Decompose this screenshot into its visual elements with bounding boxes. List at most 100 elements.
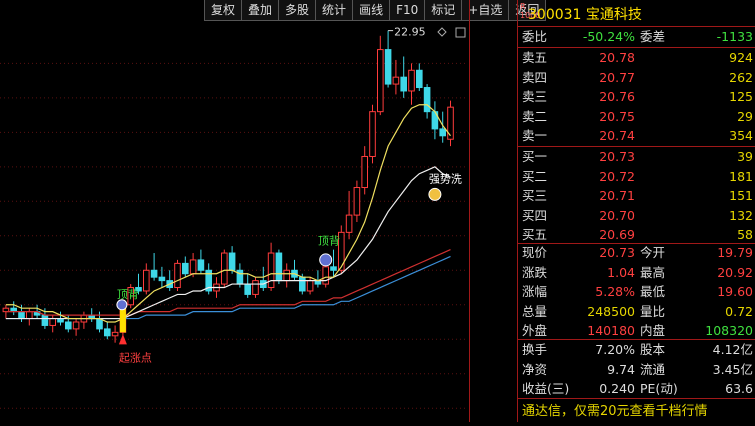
footer-promo[interactable]: 通达信，仅需20元查看千档行情	[522, 400, 708, 419]
fund-row[interactable]: 收益(三) 0.240 PE(动) 63.6	[518, 379, 755, 398]
buy-label: 买四	[522, 207, 548, 223]
toolbar-button-1[interactable]: 叠加	[241, 0, 280, 21]
stat-row[interactable]: 总量 248500 量比 0.72	[518, 302, 755, 321]
toolbar-button-0[interactable]: 复权	[204, 0, 243, 21]
ma-white-line	[5, 166, 451, 320]
candle-body	[96, 318, 103, 330]
high-label: 22.95	[394, 26, 426, 39]
candle-body	[18, 311, 25, 320]
candle-body	[377, 49, 384, 113]
candle-body	[447, 106, 454, 140]
fund-value: 3.45亿	[712, 361, 753, 377]
candle-body	[104, 328, 111, 337]
buy-row[interactable]: 买四 20.70 132	[518, 206, 755, 225]
candle-body	[322, 266, 329, 285]
toolbar-button-5[interactable]: F10	[389, 0, 426, 21]
fund-label: 换手	[522, 342, 548, 357]
fund-value: 0.240	[599, 381, 635, 396]
candle-body	[228, 252, 236, 271]
stat-row[interactable]: 现价 20.73 今开 19.79	[518, 243, 755, 262]
candle-body	[150, 269, 158, 278]
diamond-icon	[437, 27, 447, 37]
candle-body	[41, 314, 49, 326]
stat-row[interactable]: 外盘 140180 内盘 108320	[518, 321, 755, 340]
fund-label: 收益(三)	[522, 381, 570, 396]
toolbar-button-6[interactable]: 标记	[424, 0, 463, 21]
toolbar-button-2[interactable]: 多股	[278, 0, 317, 21]
sell-volume: 354	[729, 128, 753, 143]
candle-body	[283, 269, 290, 282]
stat-label: 今开	[640, 245, 666, 260]
sell-row[interactable]: 卖五 20.78 924	[518, 48, 755, 67]
fund-value: 9.74	[607, 361, 635, 377]
candle-body	[423, 87, 431, 113]
weibi-row[interactable]: 委比 -50.24% 委差 -1133	[518, 27, 755, 46]
stat-value: 20.92	[717, 264, 753, 280]
candle-body	[158, 276, 166, 282]
buy-price: 20.73	[599, 149, 635, 164]
quote-panel: R 1000 300031 宝通科技 委比 -50.24% 委差 -1133 卖五 20.7…	[518, 0, 755, 422]
stat-row[interactable]: 涨跌 1.04 最高 20.92	[518, 263, 755, 282]
annotation-qiangshi: 强势洗	[429, 172, 462, 185]
buy-row[interactable]: 买五 20.69 58	[518, 225, 755, 244]
candle-body	[221, 252, 228, 285]
sell-row[interactable]: 卖一 20.74 354	[518, 126, 755, 145]
candle-body	[299, 276, 306, 292]
sell-label: 卖二	[522, 108, 548, 124]
buy-price: 20.72	[599, 168, 635, 184]
annotation-dingbei-1: 顶背	[117, 287, 139, 301]
candle-body	[416, 69, 423, 89]
candle-body	[275, 252, 283, 282]
buy-row[interactable]: 买二 20.72 181	[518, 167, 755, 186]
weibi-label: 委比	[522, 29, 548, 44]
box-icon	[455, 27, 466, 38]
sell-price: 20.78	[599, 50, 635, 65]
weicha-label: 委差	[640, 29, 666, 44]
buy-row[interactable]: 买三 20.71 151	[518, 186, 755, 205]
sell-row[interactable]: 卖二 20.75 29	[518, 107, 755, 126]
candle-body	[26, 311, 33, 320]
candle-body	[353, 187, 361, 216]
fund-label: 股本	[640, 342, 666, 357]
stat-label: 涨幅	[522, 284, 548, 299]
candle-body	[306, 280, 314, 292]
sell-row[interactable]: 卖四 20.77 262	[518, 68, 755, 87]
stat-value: 0.72	[725, 303, 753, 319]
stat-value: 108320	[705, 323, 753, 338]
buy-row[interactable]: 买一 20.73 39	[518, 147, 755, 166]
smile-icon	[428, 187, 442, 201]
toolbar-button-3[interactable]: 统计	[315, 0, 354, 21]
buy-price: 20.70	[599, 207, 635, 223]
kline-svg: 22.0021.0020.0019.0018.0017.0016.0015.00…	[0, 26, 516, 415]
candle-body	[267, 252, 275, 289]
fund-label: 净资	[522, 361, 548, 377]
buy-volume: 181	[729, 168, 753, 184]
candle-body	[72, 321, 80, 330]
sell-label: 卖一	[522, 128, 548, 143]
candle-body	[330, 266, 337, 271]
stat-value: 140180	[587, 323, 635, 338]
sell-price: 20.75	[599, 108, 635, 124]
fund-row[interactable]: 净资 9.74 流通 3.45亿	[518, 360, 755, 379]
kline-chart[interactable]: 22.0021.0020.0019.0018.0017.0016.0015.00…	[0, 22, 516, 422]
fund-row[interactable]: 换手 7.20% 股本 4.12亿	[518, 340, 755, 359]
candle-body	[182, 262, 189, 275]
candle-body	[439, 128, 446, 137]
axis-divider	[469, 0, 470, 422]
buy-volume: 151	[729, 188, 753, 203]
stat-row[interactable]: 涨幅 5.28% 最低 19.60	[518, 282, 755, 301]
stat-label: 现价	[522, 245, 548, 260]
ma-blue-line	[5, 255, 451, 320]
fund-value: 63.6	[725, 381, 753, 396]
buy-label: 买五	[522, 227, 548, 242]
buy-price: 20.69	[599, 227, 635, 242]
separator	[518, 398, 755, 399]
sell-row[interactable]: 卖三 20.76 125	[518, 87, 755, 106]
sell-label: 卖四	[522, 69, 548, 85]
toolbar-button-4[interactable]: 画线	[352, 0, 391, 21]
sell-volume: 924	[729, 50, 753, 65]
ma-red-line	[5, 249, 451, 316]
candle-body	[65, 321, 72, 330]
stat-label: 最低	[640, 284, 666, 299]
candle-body	[408, 69, 415, 92]
